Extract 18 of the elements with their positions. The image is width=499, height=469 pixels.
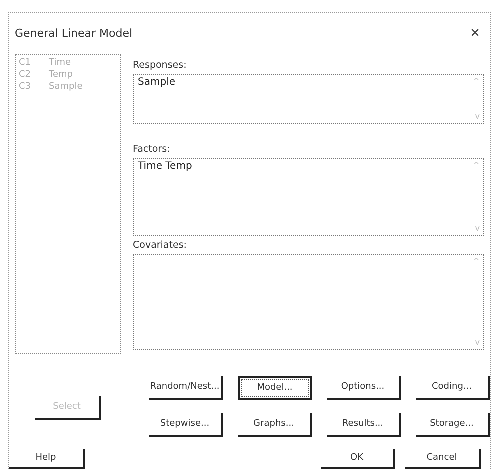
- option-button[interactable]: Coding...: [416, 376, 490, 400]
- close-button[interactable]: ×: [466, 24, 484, 42]
- option-button[interactable]: Options...: [327, 376, 401, 400]
- field-label: Covariates:: [133, 240, 188, 252]
- option-button[interactable]: Model...: [238, 376, 312, 400]
- field-label: Factors:: [133, 144, 172, 156]
- dialog-button[interactable]: OK: [321, 449, 395, 469]
- option-button[interactable]: Storage...: [416, 413, 490, 437]
- option-button[interactable]: Graphs...: [238, 413, 312, 437]
- window-title: General Linear Model: [15, 27, 133, 40]
- option-button[interactable]: Random/Nest...: [149, 376, 223, 400]
- dialog-button[interactable]: Cancel: [405, 449, 481, 469]
- field-value: Sample: [138, 77, 176, 88]
- option-button[interactable]: Results...: [327, 413, 401, 437]
- field-value: Time Temp: [138, 161, 192, 172]
- dialog-button[interactable]: Help: [9, 449, 85, 469]
- option-button[interactable]: Stepwise...: [149, 413, 223, 437]
- field-label: Responses:: [133, 60, 188, 72]
